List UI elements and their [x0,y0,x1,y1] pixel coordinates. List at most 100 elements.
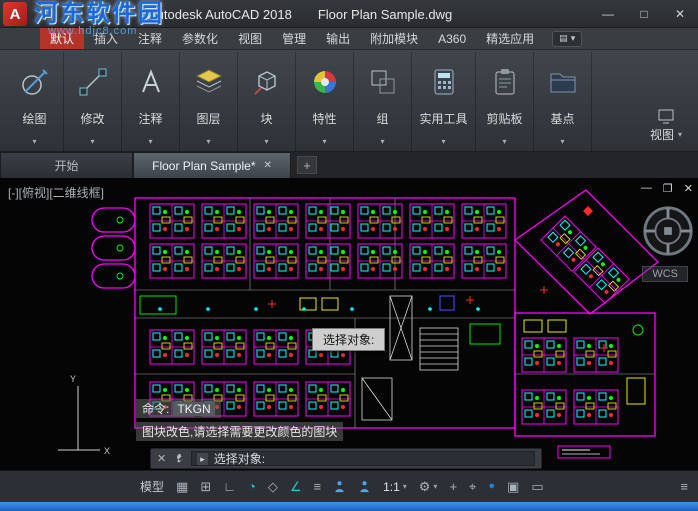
tab-addins[interactable]: 附加模块 [360,28,428,49]
ribbon-panel-layers[interactable]: 图层 ▾ [180,52,238,151]
folder-icon [545,56,581,108]
tab-home[interactable]: 默认 [40,28,85,49]
file-tab-start[interactable]: 开始 [0,152,133,178]
history-command: TKGN [173,402,215,416]
history-prompt: 命令: [142,402,170,416]
ribbon-panel-basepoint[interactable]: 基点 ▾ [534,52,592,151]
annotation-autoscale-icon[interactable] [358,480,371,493]
chevron-down-icon[interactable]: ▾ [264,137,268,151]
annotation-visibility-icon[interactable] [333,480,346,493]
tab-parametric[interactable]: 参数化 [172,28,228,49]
ucs-y-label: Y [70,374,76,384]
snap-icon[interactable]: ⊞ [200,480,211,493]
tab-output[interactable]: 输出 [316,28,360,49]
isodraft-icon[interactable]: ◇ [268,480,278,493]
ribbon-panel-draw[interactable]: 绘图 ▾ [6,52,64,151]
chevron-down-icon[interactable]: ▾ [560,137,564,151]
selection-tooltip: 选择对象: [312,328,386,351]
chevron-down-icon[interactable]: ▾ [441,137,445,151]
chevron-down-icon[interactable]: ▾ [32,137,36,151]
annotate-icon [133,56,169,108]
command-input[interactable]: ▸ 选择对象: [191,451,535,466]
chevron-down-icon[interactable]: ▾ [322,137,326,151]
file-tab-floor-plan[interactable]: Floor Plan Sample* ✕ [133,152,291,178]
floor-plan-drawing: X Y [58,189,659,459]
annotation-scale-button[interactable]: 1:1 ▾ [383,480,407,494]
object-snap-tracking-icon[interactable]: ∠ [290,480,302,493]
navigation-compass-icon[interactable] [639,202,697,260]
tab-close-icon[interactable]: ✕ [264,160,272,171]
ribbon-panel-annotate[interactable]: 注释 ▾ [122,52,180,151]
tab-manage[interactable]: 管理 [272,28,316,49]
block-icon [249,56,285,108]
scale-value: 1:1 [383,479,400,494]
plan-legend [557,445,611,459]
close-icon[interactable]: ✕ [662,0,698,28]
tab-a360[interactable]: A360 [428,28,476,49]
ribbon-panel-clipboard[interactable]: 剪贴板 ▾ [476,52,534,151]
ribbon-panel-groups[interactable]: 组 ▾ [354,52,412,151]
ribbon-collapse-button[interactable]: ▤ ▾ [552,30,583,47]
chevron-down-icon[interactable]: ▾ [380,137,384,151]
clean-screen-icon[interactable]: ▭ [531,480,543,493]
viewport-restore-icon[interactable]: ❐ [663,182,673,195]
model-space-button[interactable]: 模型 [140,478,164,495]
chevron-down-icon[interactable]: ▾ [678,130,682,139]
panel-label: 组 [376,112,389,126]
viewport-controls[interactable]: [-][俯视][二维线框] [8,184,104,201]
ribbon-panel-properties[interactable]: 特性 ▾ [296,52,354,151]
command-prompt-icon[interactable]: ▸ [197,452,208,465]
ortho-icon[interactable]: ∟ [223,480,236,493]
chevron-down-icon[interactable]: ▾ [206,137,210,151]
chevron-down-icon: ▾ [433,482,438,491]
lineweight-icon[interactable]: ≡ [313,480,321,493]
minimize-icon[interactable]: — [590,0,626,28]
command-prompt-text: 选择对象: [213,452,266,466]
annotation-monitor-icon[interactable]: + [449,480,457,493]
ribbon-tab-bar: 默认 插入 注释 参数化 视图 管理 输出 附加模块 A360 精选应用 ▤ ▾ [0,28,698,50]
isolate-objects-icon[interactable]: ▣ [507,480,519,493]
new-tab-button[interactable]: + [297,156,317,174]
clipboard-icon [487,56,523,108]
draw-icon [17,56,53,108]
ribbon-panel-view[interactable]: 视图 ▾ [650,52,682,151]
viewport-close-icon[interactable]: ✕ [684,182,693,195]
ucs-icon: X Y [58,374,110,456]
document-title: Floor Plan Sample.dwg [317,6,453,22]
ribbon-panel-modify[interactable]: 修改 ▾ [64,52,122,151]
modify-icon [75,56,111,108]
tab-insert[interactable]: 插入 [84,28,128,49]
tab-annotate[interactable]: 注释 [128,28,172,49]
ribbon: 绘图 ▾ 修改 ▾ 注释 ▾ 图层 ▾ 块 ▾ 特性 ▾ 组 ▾ 实用工具 ▾ … [0,50,698,152]
panel-label: 绘图 [22,112,47,126]
ribbon-panel-block[interactable]: 块 ▾ [238,52,296,151]
chevron-down-icon[interactable]: ▾ [148,137,152,151]
grid-icon[interactable]: ▦ [176,480,188,493]
ribbon-panel-utilities[interactable]: 实用工具 ▾ [412,52,476,151]
command-line-palette[interactable]: ✕ ▸ 选择对象: [150,448,542,469]
hardware-acceleration-icon[interactable]: ● [488,481,495,492]
tab-featured-apps[interactable]: 精选应用 [476,28,544,49]
customize-wrench-icon[interactable] [172,452,185,465]
polar-tracking-icon[interactable]: ◔ [248,480,256,493]
chevron-down-icon[interactable]: ▾ [502,137,506,151]
viewport-minimize-icon[interactable]: — [641,182,652,195]
chevron-down-icon: ▾ [570,33,576,43]
chevron-down-icon: ▾ [402,482,407,491]
workspace-switching-button[interactable]: ⚙ ▾ [419,480,438,493]
wcs-label[interactable]: WCS [642,266,688,282]
status-bar: 模型 ▦ ⊞ ∟ ◔ ◇ ∠ ≡ 1:1 ▾ ⚙ ▾ + ⌖ ● ▣ ▭ ≡ [0,470,698,502]
command-close-icon[interactable]: ✕ [157,452,166,465]
chevron-down-icon[interactable]: ▾ [90,137,94,151]
group-icon [365,56,401,108]
tab-view[interactable]: 视图 [228,28,272,49]
color-wheel-icon [307,56,343,108]
customization-menu-icon[interactable]: ≡ [680,480,688,493]
maximize-icon[interactable]: □ [626,0,662,28]
model-space-canvas[interactable]: X Y [-][俯视][二维线框] — ❐ ✕ WCS 选择对象: 命令: TKG… [0,178,698,470]
panel-label: 基点 [550,112,575,126]
tracking-icon[interactable]: ⌖ [469,480,476,493]
file-tab-label: 开始 [54,159,79,173]
autocad-logo-icon[interactable]: A [3,2,27,26]
panel-label: 剪贴板 [486,112,523,126]
